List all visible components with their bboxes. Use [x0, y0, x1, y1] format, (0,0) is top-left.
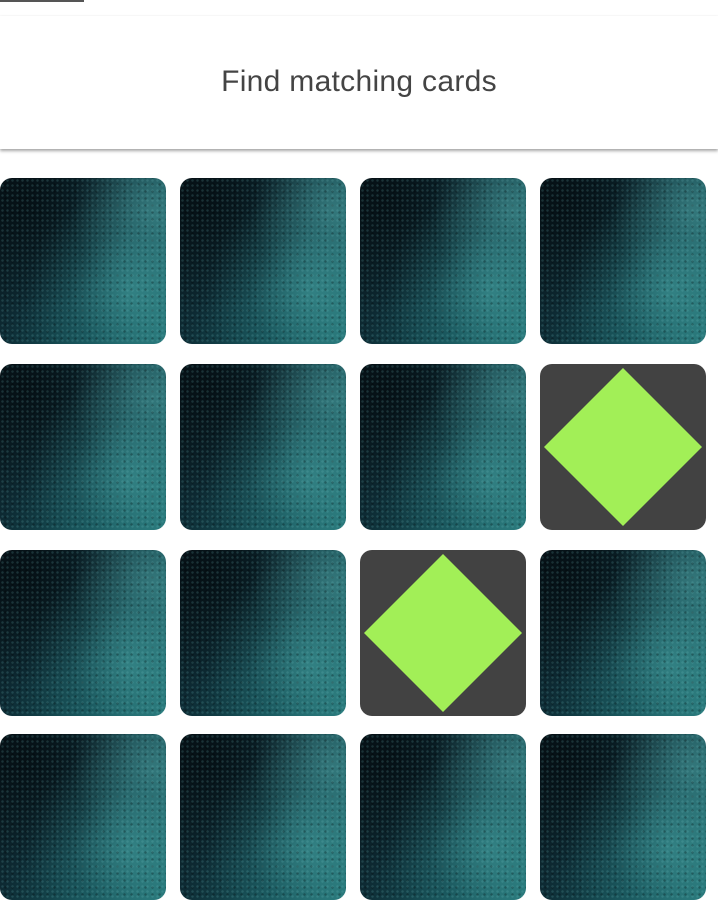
- memory-card-13[interactable]: [0, 734, 166, 900]
- memory-card-11[interactable]: [360, 550, 526, 716]
- diamond-shape: [544, 368, 702, 526]
- memory-card-8[interactable]: [540, 364, 706, 530]
- memory-card-9[interactable]: [0, 550, 166, 716]
- memory-card-14[interactable]: [180, 734, 346, 900]
- tab-indicator: [0, 0, 84, 2]
- memory-card-7[interactable]: [360, 364, 526, 530]
- page-title: Find matching cards: [221, 65, 497, 98]
- memory-card-5[interactable]: [0, 364, 166, 530]
- memory-card-6[interactable]: [180, 364, 346, 530]
- memory-card-3[interactable]: [360, 178, 526, 344]
- diamond-shape: [364, 554, 522, 712]
- diamond-icon: [544, 368, 702, 526]
- memory-card-10[interactable]: [180, 550, 346, 716]
- memory-card-2[interactable]: [180, 178, 346, 344]
- memory-card-4[interactable]: [540, 178, 706, 344]
- memory-card-16[interactable]: [540, 734, 706, 900]
- memory-card-1[interactable]: [0, 178, 166, 344]
- header-card: Find matching cards: [0, 16, 718, 149]
- memory-card-15[interactable]: [360, 734, 526, 900]
- memory-card-12[interactable]: [540, 550, 706, 716]
- diamond-icon: [364, 554, 522, 712]
